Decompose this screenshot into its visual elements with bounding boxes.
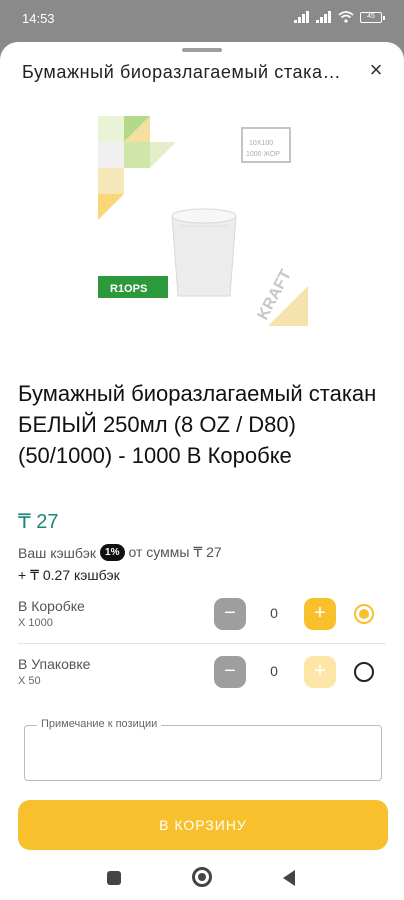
- cashback-suffix: от суммы ₸ 27: [128, 544, 222, 560]
- status-icons: 45: [294, 11, 385, 23]
- cashback-prefix: Ваш кэшбэк: [18, 544, 97, 561]
- unit-radio[interactable]: [354, 662, 374, 682]
- brand-logo-text: R1OPS: [110, 283, 147, 295]
- qty-label: В Упаковке: [18, 656, 91, 672]
- cashback-badge: 1%: [100, 544, 125, 561]
- note-label: Примечание к позиции: [37, 718, 162, 730]
- home-icon[interactable]: [192, 867, 212, 887]
- product-name: Бумажный биоразлагаемый стакан БЕЛЫЙ 250…: [18, 381, 377, 468]
- cashback-info: Ваш кэшбэк 1% от суммы ₸ 27: [18, 544, 222, 561]
- wifi-icon: [338, 11, 354, 23]
- unit-radio-selected[interactable]: [354, 604, 374, 624]
- status-time: 14:53: [22, 11, 55, 26]
- qty-multiplier: X 50: [18, 675, 41, 687]
- product-image: R1OPS 10X100 1000 ЖОР KRAFT: [98, 116, 308, 326]
- qty-label: В Коробке: [18, 598, 85, 614]
- recents-icon[interactable]: [107, 871, 121, 885]
- product-price: ₸ 27: [18, 511, 59, 533]
- close-icon[interactable]: ×: [366, 59, 386, 81]
- battery-icon: 45: [360, 11, 385, 23]
- product-photo: R1OPS 10X100 1000 ЖОР KRAFT: [98, 116, 308, 326]
- decrement-button[interactable]: −: [214, 598, 246, 630]
- decrement-button[interactable]: −: [214, 656, 246, 688]
- qty-row-pack: В Упаковке X 50 − 0 +: [18, 644, 386, 702]
- increment-button[interactable]: +: [304, 598, 336, 630]
- sheet-title: Бумажный биоразлагаемый стакан БЕЛЫЙ 250…: [22, 62, 342, 82]
- signal-icon: [294, 11, 310, 23]
- signal-icon-2: [316, 11, 332, 23]
- product-bottom-sheet: Бумажный биоразлагаемый стакан БЕЛЫЙ 250…: [0, 42, 404, 862]
- status-bar: 14:53 45: [0, 0, 404, 36]
- back-icon[interactable]: [283, 870, 295, 886]
- note-field[interactable]: Примечание к позиции: [24, 718, 382, 781]
- system-nav-bar: [0, 862, 404, 900]
- drag-handle[interactable]: [182, 48, 222, 52]
- add-to-cart-button[interactable]: В КОРЗИНУ: [18, 800, 388, 850]
- qty-value: 0: [270, 605, 278, 621]
- increment-button[interactable]: +: [304, 656, 336, 688]
- qty-row-box: В Коробке X 1000 − 0 +: [18, 586, 386, 644]
- box-label-bottom: 1000 ЖОР: [246, 151, 280, 158]
- qty-value: 0: [270, 663, 278, 679]
- cashback-gain: + ₸ 0.27 кэшбэк: [18, 567, 120, 583]
- box-label-top: 10X100: [249, 140, 273, 147]
- qty-multiplier: X 1000: [18, 617, 53, 629]
